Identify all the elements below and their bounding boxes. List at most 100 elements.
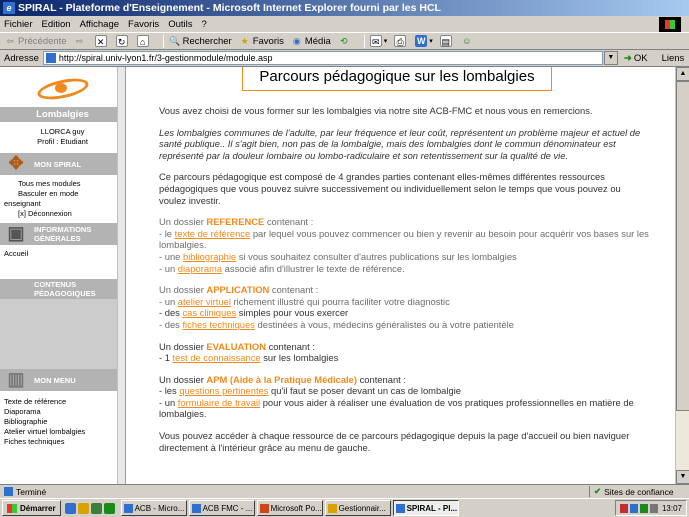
menu-edition[interactable]: Edition <box>42 19 71 30</box>
window-title: SPIRAL - Plateforme d'Enseignement - Mic… <box>18 2 441 14</box>
stop-button[interactable]: ✕ <box>94 35 109 47</box>
reference-block: Un dossier REFERENCE contenant : - le te… <box>159 216 649 274</box>
link-basculer-mode[interactable]: Basculer en mode <box>4 189 125 199</box>
quicklaunch-outlook-icon[interactable] <box>77 502 89 514</box>
media-label: Média <box>304 35 331 47</box>
link-test-connaissance[interactable]: test de connaissance <box>173 352 261 363</box>
menu-link-fiches-techniques[interactable]: Fiches techniques <box>4 437 125 447</box>
spiral-swoosh-icon <box>35 74 91 104</box>
link-fiches-techniques[interactable]: fiches techniques <box>182 319 254 330</box>
menu-link-diaporama[interactable]: Diaporama <box>4 407 125 417</box>
mail-button[interactable]: ✉ ▾ <box>369 35 387 47</box>
evaluation-item1-post: sur les lombalgies <box>260 352 339 364</box>
link-formulaire-travail[interactable]: formulaire de travail <box>178 397 260 408</box>
scroll-thumb[interactable] <box>676 81 689 411</box>
link-accueil[interactable]: Accueil <box>4 249 125 259</box>
link-enseignant[interactable]: enseignant <box>4 199 125 209</box>
menu-link-atelier-virtuel[interactable]: Atelier virtuel lombalgies <box>4 427 125 437</box>
task-gestionnaire[interactable]: Gestionnair... <box>324 500 391 516</box>
main-content-frame: Parcours pédagogique sur les lombalgies … <box>127 67 675 484</box>
books-icon: ▥ <box>7 368 25 389</box>
task-acb-fmc[interactable]: ACB FMC - ... <box>188 500 255 516</box>
quicklaunch-ie-icon[interactable] <box>64 502 76 514</box>
main-scrollbar[interactable]: ▲ ▼ <box>675 67 689 484</box>
scroll-up-icon[interactable]: ▲ <box>676 67 689 81</box>
evaluation-suffix: contenant : <box>265 340 315 352</box>
trusted-zone-check-icon: ✔ <box>594 486 602 496</box>
search-label: Rechercher <box>182 35 232 47</box>
edit-dropdown-icon: ▾ <box>429 38 433 45</box>
page-viewport: Lombalgies LLORCA guy Profil : Etudiant … <box>0 67 689 484</box>
history-button[interactable]: ⟲ <box>338 35 352 47</box>
refresh-button[interactable]: ↻ <box>115 35 130 47</box>
closing-paragraph: Vous pouvez accéder à chaque ressource d… <box>159 430 630 453</box>
discuss-button[interactable]: ▤ <box>439 35 454 47</box>
links-button[interactable]: Liens <box>662 53 685 64</box>
search-icon: 🔍 <box>168 36 181 46</box>
link-atelier-virtuel[interactable]: atelier virtuel <box>178 296 231 307</box>
apm-keyword: APM (Aide à la Pratique Médicale) <box>206 373 357 385</box>
menu-favoris[interactable]: Favoris <box>128 19 159 30</box>
scroll-down-icon[interactable]: ▼ <box>676 470 689 484</box>
address-label: Adresse <box>4 52 39 64</box>
application-item1-post: richement illustré qui pourra faciliter … <box>230 295 450 307</box>
menu-affichage[interactable]: Affichage <box>80 19 119 30</box>
description-paragraph: Ce parcours pédagogique est composé de 4… <box>159 171 621 206</box>
link-diaporama[interactable]: diaporama <box>178 263 222 274</box>
link-cas-cliniques[interactable]: cas cliniques <box>182 307 236 318</box>
task-spiral[interactable]: SPIRAL - Pl... <box>392 500 459 516</box>
address-dropdown-icon[interactable]: ▼ <box>603 51 618 65</box>
print-button[interactable]: ⎙ <box>394 35 408 47</box>
tray-volume-icon[interactable] <box>649 503 658 513</box>
messenger-button[interactable]: ☺ <box>461 35 475 47</box>
link-bibliographie[interactable]: bibliographie <box>183 251 236 262</box>
address-url: http://spiral.univ-lyon1.fr/3-gestionmod… <box>58 53 273 63</box>
back-arrow-icon: ⇦ <box>6 36 14 46</box>
page-content: Vous avez choisi de vous former sur les … <box>159 105 649 463</box>
task-acb-word[interactable]: ACB - Micro... <box>120 500 187 516</box>
info-links: Accueil <box>0 245 125 279</box>
menu-fichier[interactable]: Fichier <box>4 19 33 30</box>
favorites-button[interactable]: ★ Favoris <box>239 35 284 47</box>
user-name: LLORCA guy <box>40 127 85 136</box>
evaluation-prefix: Un dossier <box>159 340 207 352</box>
evaluation-keyword: EVALUATION <box>206 340 266 352</box>
folder-task-icon <box>327 503 337 513</box>
task-powerpoint[interactable]: Microsoft Po... <box>256 500 323 516</box>
link-texte-reference[interactable]: texte de référence <box>175 228 251 239</box>
spiral-logo[interactable] <box>0 67 125 107</box>
stop-icon: ✕ <box>94 35 107 47</box>
quicklaunch-media-icon[interactable] <box>103 502 115 514</box>
windows-logo-icon <box>659 17 681 32</box>
user-info: LLORCA guy Profil : Etudiant <box>0 122 125 153</box>
task-label: Gestionnair... <box>338 503 386 513</box>
evaluation-block: Un dossier EVALUATION contenant : - 1 te… <box>159 341 649 364</box>
menu-link-texte-reference[interactable]: Texte de référence <box>4 397 125 407</box>
start-button[interactable]: Démarrer <box>2 500 61 516</box>
search-button[interactable]: 🔍 Rechercher <box>169 35 232 47</box>
link-tous-mes-modules[interactable]: Tous mes modules <box>4 179 125 189</box>
menu-help[interactable]: ? <box>201 19 206 30</box>
quicklaunch-desktop-icon[interactable] <box>90 502 102 514</box>
edit-word-button[interactable]: W ▾ <box>415 35 433 47</box>
mail-icon: ✉ <box>369 35 382 47</box>
taskbar: Démarrer ACB - Micro... ACB FMC - ... Mi… <box>0 498 689 517</box>
forward-button[interactable]: ⇨ <box>74 35 88 47</box>
tray-icon-1[interactable] <box>619 503 628 513</box>
media-button[interactable]: ◉ Média <box>291 35 331 47</box>
tray-icon-3[interactable] <box>639 503 648 513</box>
status-text: Terminé <box>16 486 47 497</box>
back-button[interactable]: ⇦ Précédente <box>4 35 66 47</box>
toolbar-separator <box>162 34 164 48</box>
status-left: Terminé <box>0 487 589 497</box>
tray-icon-2[interactable] <box>629 503 638 513</box>
left-frame-scrollbar[interactable] <box>117 67 125 484</box>
section-mon-spiral-label: MON SPIRAL <box>34 159 82 169</box>
menu-outils[interactable]: Outils <box>168 19 192 30</box>
go-button[interactable]: ➜ OK <box>624 53 648 64</box>
link-deconnexion[interactable]: [x] Déconnexion <box>4 209 125 219</box>
menu-link-bibliographie[interactable]: Bibliographie <box>4 417 125 427</box>
address-input[interactable]: http://spiral.univ-lyon1.fr/3-gestionmod… <box>42 51 603 65</box>
home-button[interactable]: ⌂ <box>136 35 151 47</box>
link-questions-pertinentes[interactable]: questions pertinentes <box>179 385 268 396</box>
